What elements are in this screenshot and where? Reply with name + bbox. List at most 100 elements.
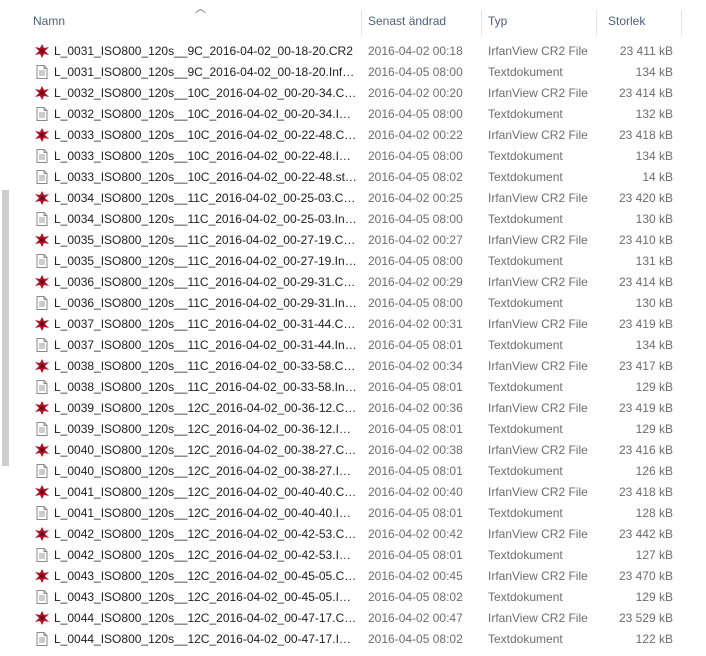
file-row[interactable]: L_0039_ISO800_120s__12C_2016-04-02_00-36… xyxy=(0,419,706,440)
raw-image-icon xyxy=(34,400,50,416)
file-modified: 2016-04-05 08:02 xyxy=(368,170,463,184)
file-row[interactable]: L_0034_ISO800_120s__11C_2016-04-02_00-25… xyxy=(0,188,706,209)
file-name[interactable]: L_0033_ISO800_120s__10C_2016-04-02_00-22… xyxy=(54,149,357,163)
file-row[interactable]: L_0036_ISO800_120s__11C_2016-04-02_00-29… xyxy=(0,272,706,293)
column-divider[interactable] xyxy=(481,10,482,36)
file-row[interactable]: L_0044_ISO800_120s__12C_2016-04-02_00-47… xyxy=(0,629,706,650)
file-name[interactable]: L_0044_ISO800_120s__12C_2016-04-02_00-47… xyxy=(54,632,357,646)
file-row[interactable]: L_0031_ISO800_120s__9C_2016-04-02_00-18-… xyxy=(0,62,706,83)
raw-image-icon xyxy=(34,568,50,584)
file-modified: 2016-04-05 08:02 xyxy=(368,590,463,604)
file-size: 23 410 kB xyxy=(618,233,673,247)
file-row[interactable]: L_0038_ISO800_120s__11C_2016-04-02_00-33… xyxy=(0,377,706,398)
column-divider[interactable] xyxy=(361,10,362,36)
file-modified: 2016-04-05 08:01 xyxy=(368,380,463,394)
file-name[interactable]: L_0039_ISO800_120s__12C_2016-04-02_00-36… xyxy=(54,422,357,436)
raw-image-icon xyxy=(34,43,50,59)
file-row[interactable]: L_0033_ISO800_120s__10C_2016-04-02_00-22… xyxy=(0,125,706,146)
text-document-icon xyxy=(34,106,50,122)
file-modified: 2016-04-02 00:47 xyxy=(368,611,463,625)
file-modified: 2016-04-05 08:00 xyxy=(368,296,463,310)
file-row[interactable]: L_0031_ISO800_120s__9C_2016-04-02_00-18-… xyxy=(0,41,706,62)
file-size: 23 529 kB xyxy=(618,611,673,625)
file-name[interactable]: L_0031_ISO800_120s__9C_2016-04-02_00-18-… xyxy=(54,65,357,79)
column-divider[interactable] xyxy=(681,10,682,36)
file-row[interactable]: L_0040_ISO800_120s__12C_2016-04-02_00-38… xyxy=(0,461,706,482)
file-name[interactable]: L_0042_ISO800_120s__12C_2016-04-02_00-42… xyxy=(54,527,357,541)
file-name[interactable]: L_0044_ISO800_120s__12C_2016-04-02_00-47… xyxy=(54,611,357,625)
file-name[interactable]: L_0034_ISO800_120s__11C_2016-04-02_00-25… xyxy=(54,212,357,226)
file-modified: 2016-04-02 00:34 xyxy=(368,359,463,373)
file-name[interactable]: L_0035_ISO800_120s__11C_2016-04-02_00-27… xyxy=(54,254,357,268)
file-size: 23 418 kB xyxy=(618,128,673,142)
file-size: 23 411 kB xyxy=(619,44,673,58)
file-row[interactable]: L_0043_ISO800_120s__12C_2016-04-02_00-45… xyxy=(0,566,706,587)
file-type: Textdokument xyxy=(488,590,563,604)
file-name[interactable]: L_0034_ISO800_120s__11C_2016-04-02_00-25… xyxy=(54,191,357,205)
file-name[interactable]: L_0031_ISO800_120s__9C_2016-04-02_00-18-… xyxy=(54,44,357,58)
file-size: 126 kB xyxy=(635,464,673,478)
file-row[interactable]: L_0042_ISO800_120s__12C_2016-04-02_00-42… xyxy=(0,524,706,545)
column-header-type[interactable]: Typ xyxy=(488,14,507,28)
file-modified: 2016-04-05 08:01 xyxy=(368,422,463,436)
file-name[interactable]: L_0038_ISO800_120s__11C_2016-04-02_00-33… xyxy=(54,359,357,373)
file-size: 129 kB xyxy=(635,422,673,436)
file-modified: 2016-04-02 00:20 xyxy=(368,86,463,100)
file-row[interactable]: L_0041_ISO800_120s__12C_2016-04-02_00-40… xyxy=(0,503,706,524)
file-name[interactable]: L_0038_ISO800_120s__11C_2016-04-02_00-33… xyxy=(54,380,357,394)
file-size: 23 420 kB xyxy=(618,191,673,205)
file-name[interactable]: L_0043_ISO800_120s__12C_2016-04-02_00-45… xyxy=(54,569,357,583)
raw-image-icon xyxy=(34,442,50,458)
file-name[interactable]: L_0036_ISO800_120s__11C_2016-04-02_00-29… xyxy=(54,275,357,289)
column-header-size[interactable]: Storlek xyxy=(608,14,645,28)
file-row[interactable]: L_0042_ISO800_120s__12C_2016-04-02_00-42… xyxy=(0,545,706,566)
file-row[interactable]: L_0032_ISO800_120s__10C_2016-04-02_00-20… xyxy=(0,104,706,125)
file-size: 23 442 kB xyxy=(618,527,673,541)
text-document-icon xyxy=(34,547,50,563)
file-name[interactable]: L_0032_ISO800_120s__10C_2016-04-02_00-20… xyxy=(54,86,357,100)
column-header-modified[interactable]: Senast ändrad xyxy=(368,14,446,28)
file-row[interactable]: L_0040_ISO800_120s__12C_2016-04-02_00-38… xyxy=(0,440,706,461)
file-row[interactable]: L_0037_ISO800_120s__11C_2016-04-02_00-31… xyxy=(0,314,706,335)
file-name[interactable]: L_0040_ISO800_120s__12C_2016-04-02_00-38… xyxy=(54,464,357,478)
file-size: 23 414 kB xyxy=(618,275,673,289)
file-type: Textdokument xyxy=(488,212,563,226)
text-document-icon xyxy=(34,589,50,605)
file-row[interactable]: L_0039_ISO800_120s__12C_2016-04-02_00-36… xyxy=(0,398,706,419)
file-row[interactable]: L_0041_ISO800_120s__12C_2016-04-02_00-40… xyxy=(0,482,706,503)
file-row[interactable]: L_0035_ISO800_120s__11C_2016-04-02_00-27… xyxy=(0,230,706,251)
file-name[interactable]: L_0042_ISO800_120s__12C_2016-04-02_00-42… xyxy=(54,548,357,562)
file-row[interactable]: L_0035_ISO800_120s__11C_2016-04-02_00-27… xyxy=(0,251,706,272)
file-type: Textdokument xyxy=(488,338,563,352)
file-size: 23 470 kB xyxy=(618,569,673,583)
file-row[interactable]: L_0033_ISO800_120s__10C_2016-04-02_00-22… xyxy=(0,146,706,167)
file-row[interactable]: L_0036_ISO800_120s__11C_2016-04-02_00-29… xyxy=(0,293,706,314)
sort-ascending-icon[interactable]: ︿ xyxy=(195,4,206,15)
file-row[interactable]: L_0037_ISO800_120s__11C_2016-04-02_00-31… xyxy=(0,335,706,356)
file-name[interactable]: L_0032_ISO800_120s__10C_2016-04-02_00-20… xyxy=(54,107,357,121)
raw-image-icon xyxy=(34,190,50,206)
file-name[interactable]: L_0040_ISO800_120s__12C_2016-04-02_00-38… xyxy=(54,443,357,457)
file-size: 132 kB xyxy=(635,107,673,121)
file-name[interactable]: L_0036_ISO800_120s__11C_2016-04-02_00-29… xyxy=(54,296,357,310)
column-header-name[interactable]: Namn xyxy=(33,14,65,28)
file-name[interactable]: L_0041_ISO800_120s__12C_2016-04-02_00-40… xyxy=(54,485,357,499)
file-row[interactable]: L_0043_ISO800_120s__12C_2016-04-02_00-45… xyxy=(0,587,706,608)
file-name[interactable]: L_0033_ISO800_120s__10C_2016-04-02_00-22… xyxy=(54,170,357,184)
text-document-icon xyxy=(34,253,50,269)
file-name[interactable]: L_0041_ISO800_120s__12C_2016-04-02_00-40… xyxy=(54,506,357,520)
file-name[interactable]: L_0043_ISO800_120s__12C_2016-04-02_00-45… xyxy=(54,590,357,604)
file-row[interactable]: L_0034_ISO800_120s__11C_2016-04-02_00-25… xyxy=(0,209,706,230)
file-name[interactable]: L_0037_ISO800_120s__11C_2016-04-02_00-31… xyxy=(54,317,357,331)
file-size: 122 kB xyxy=(635,632,673,646)
file-name[interactable]: L_0037_ISO800_120s__11C_2016-04-02_00-31… xyxy=(54,338,357,352)
file-size: 130 kB xyxy=(635,212,673,226)
file-row[interactable]: L_0044_ISO800_120s__12C_2016-04-02_00-47… xyxy=(0,608,706,629)
file-name[interactable]: L_0039_ISO800_120s__12C_2016-04-02_00-36… xyxy=(54,401,357,415)
file-row[interactable]: L_0032_ISO800_120s__10C_2016-04-02_00-20… xyxy=(0,83,706,104)
column-divider[interactable] xyxy=(596,10,597,36)
file-row[interactable]: L_0038_ISO800_120s__11C_2016-04-02_00-33… xyxy=(0,356,706,377)
file-name[interactable]: L_0033_ISO800_120s__10C_2016-04-02_00-22… xyxy=(54,128,357,142)
file-row[interactable]: L_0033_ISO800_120s__10C_2016-04-02_00-22… xyxy=(0,167,706,188)
file-name[interactable]: L_0035_ISO800_120s__11C_2016-04-02_00-27… xyxy=(54,233,357,247)
